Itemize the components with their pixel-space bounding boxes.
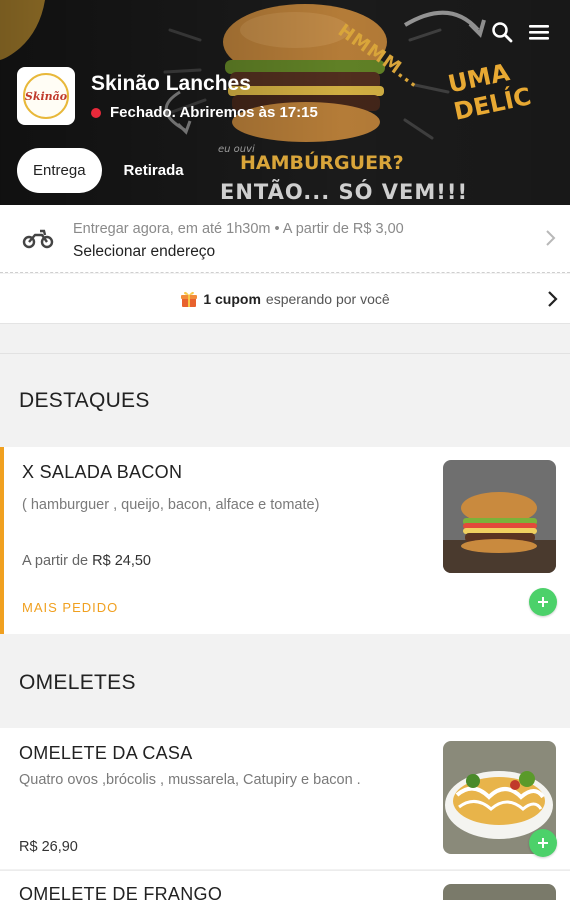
item-price-value: R$ 24,50	[92, 553, 151, 569]
store-status-text: Fechado. Abriremos às 17:15	[110, 104, 318, 121]
select-address-text: Selecionar endereço	[73, 243, 216, 260]
item-name: OMELETE DA CASA	[19, 743, 193, 763]
search-icon	[492, 22, 513, 43]
most-ordered-badge: MAIS PEDIDO	[22, 600, 119, 615]
plus-icon	[538, 838, 548, 848]
coupon-content: 1 cupom esperando por você	[180, 290, 390, 308]
store-logo-text: Skinão	[24, 89, 68, 103]
delivery-info-text: Entregar agora, em até 1h30m • A partir …	[73, 221, 404, 237]
motorcycle-icon	[22, 229, 54, 249]
hero-hamburguer-text: HAMBÚRGUER?	[240, 152, 404, 174]
burger-photo	[443, 460, 556, 573]
menu-button[interactable]	[524, 17, 554, 47]
menu-item-card[interactable]: X SALADA BACON ( hamburguer , queijo, ba…	[0, 447, 570, 634]
search-button[interactable]	[487, 17, 517, 47]
store-hero-banner: HMMM... UMA DELÍC eu ouvi HAMBÚRGUER? EN…	[0, 0, 570, 205]
add-item-button[interactable]	[529, 588, 557, 616]
item-price: R$ 26,90	[19, 839, 78, 855]
tab-retirada[interactable]: Retirada	[108, 148, 200, 193]
item-price-value: R$ 26,90	[19, 839, 78, 855]
item-image	[443, 460, 556, 573]
chevron-right-icon	[546, 230, 556, 246]
menu-item-card[interactable]: OMELETE DA CASA Quatro ovos ,brócolis , …	[0, 728, 570, 869]
store-status: Fechado. Abriremos às 17:15	[91, 104, 318, 121]
store-logo-ring: Skinão	[23, 73, 69, 119]
item-price-prefix: A partir de	[22, 553, 89, 569]
delivery-address-row[interactable]: Entregar agora, em até 1h30m • A partir …	[0, 205, 570, 273]
chevron-right-icon	[548, 291, 558, 307]
item-name: X SALADA BACON	[22, 462, 183, 482]
coupon-text: esperando por você	[265, 290, 390, 307]
item-description: Quatro ovos ,brócolis , mussarela, Catup…	[19, 772, 361, 788]
coupon-banner[interactable]: 1 cupom esperando por você	[0, 274, 570, 324]
item-price: A partir de R$ 24,50	[22, 553, 151, 569]
plus-icon	[538, 597, 548, 607]
gift-icon	[181, 291, 198, 307]
hero-entao-text: ENTÃO... SÓ VEM!!!	[220, 180, 469, 204]
section-title-omeletes: OMELETES	[19, 671, 136, 694]
store-logo: Skinão	[17, 67, 75, 125]
section-title-destaques: DESTAQUES	[19, 389, 150, 412]
menu-icon	[529, 25, 549, 40]
section-divider	[0, 353, 570, 354]
coupon-count: 1 cupom	[203, 290, 261, 307]
menu-item-card[interactable]: OMELETE DE FRANGO	[0, 870, 570, 900]
store-name: Skinão Lanches	[91, 72, 251, 95]
add-item-button[interactable]	[529, 829, 557, 857]
item-description: ( hamburguer , queijo, bacon, alface e t…	[22, 497, 320, 513]
item-image	[443, 884, 556, 900]
tab-entrega[interactable]: Entrega	[17, 148, 102, 193]
order-mode-tabs: Entrega Retirada	[17, 148, 200, 193]
status-closed-dot-icon	[91, 107, 101, 118]
item-name: OMELETE DE FRANGO	[19, 884, 223, 900]
